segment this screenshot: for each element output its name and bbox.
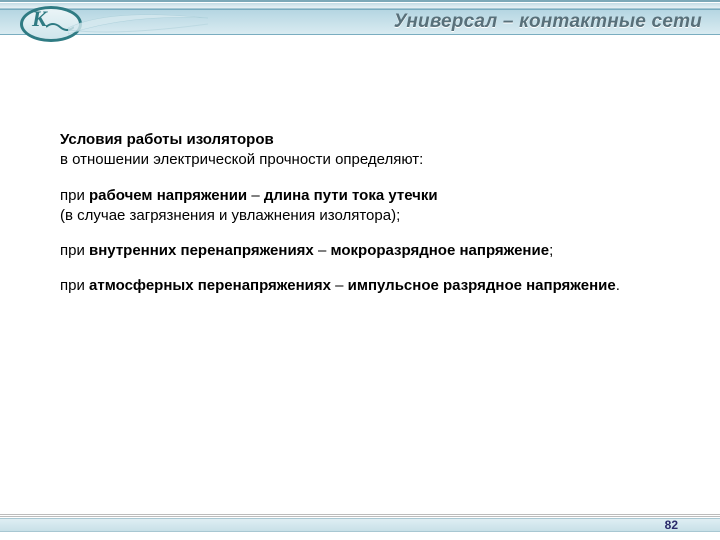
list-item: при внутренних перенапряжениях – мокрора… <box>60 241 665 261</box>
header-title: Универсал – контактные сети <box>394 11 702 33</box>
intro-line-1: Условия работы изоляторов <box>60 131 274 148</box>
header-band: К Универсал – контактные сети <box>0 0 720 44</box>
list-item: при рабочем напряжении – длина пути тока… <box>60 186 665 227</box>
footer-rule <box>0 514 720 515</box>
item-term: длина пути тока утечки <box>264 187 438 204</box>
item-term: мокроразрядное напряжение <box>330 242 549 259</box>
item-prefix: при <box>60 277 89 294</box>
item-tail: ; <box>549 242 553 259</box>
slide: К Универсал – контактные сети Условия ра… <box>0 0 720 540</box>
item-prefix: при <box>60 187 89 204</box>
intro-line-2: в отношении электрической прочности опре… <box>60 151 423 168</box>
item-dash: – <box>331 277 348 294</box>
list-item: при атмосферных перенапряжениях – импуль… <box>60 276 665 296</box>
header-accent-line <box>0 0 720 2</box>
item-dash: – <box>247 187 264 204</box>
footer-rule <box>0 516 720 517</box>
header-swoosh-icon <box>68 6 208 38</box>
page-number: 82 <box>665 518 678 532</box>
item-prefix: при <box>60 242 89 259</box>
footer-bar <box>0 518 720 532</box>
item-term: импульсное разрядное напряжение <box>348 277 616 294</box>
item-suffix: (в случае загрязнения и увлажнения изоля… <box>60 207 400 224</box>
item-tail: . <box>616 277 620 294</box>
logo-letter: К <box>32 8 47 30</box>
item-condition: внутренних перенапряжениях <box>89 242 314 259</box>
item-dash: – <box>314 242 331 259</box>
footer-band: 82 <box>0 510 720 540</box>
item-condition: рабочем напряжении <box>89 187 247 204</box>
intro-paragraph: Условия работы изоляторов в отношении эл… <box>60 130 665 171</box>
content-area: Условия работы изоляторов в отношении эл… <box>60 130 665 312</box>
item-condition: атмосферных перенапряжениях <box>89 277 331 294</box>
